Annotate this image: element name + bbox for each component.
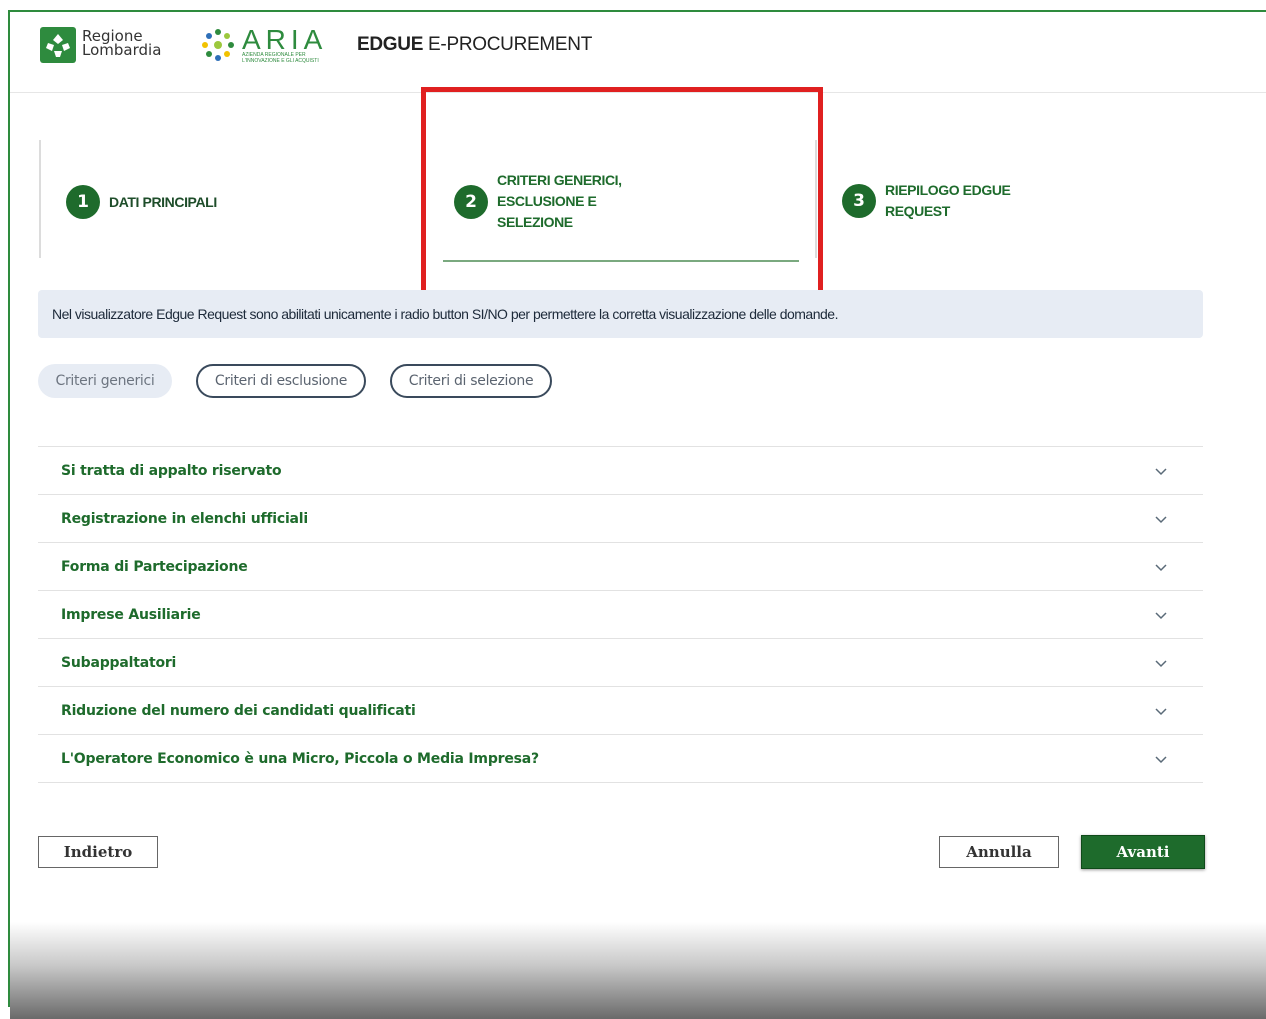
region-logo-line2: Lombardia: [82, 41, 162, 59]
accordion-item-title: Forma di Partecipazione: [61, 559, 248, 575]
step-number-badge: 1: [66, 185, 100, 219]
accordion-item-title: Si tratta di appalto riservato: [61, 463, 282, 479]
accordion-item[interactable]: Si tratta di appalto riservato: [38, 447, 1203, 495]
accordion-item[interactable]: Forma di Partecipazione: [38, 543, 1203, 591]
aria-logo-subtext: AZIENDA REGIONALE PER L'INNOVAZIONE E GL…: [242, 52, 319, 64]
filter-criteri-esclusione[interactable]: Criteri di esclusione: [196, 364, 366, 398]
chevron-down-icon: [1155, 468, 1167, 476]
annotation-highlight-box: [421, 87, 823, 295]
filter-criteri-generici[interactable]: Criteri generici: [38, 364, 172, 398]
accordion-item[interactable]: Riduzione del numero dei candidati quali…: [38, 687, 1203, 735]
info-banner: Nel visualizzatore Edgue Request sono ab…: [38, 290, 1203, 338]
accordion-item-title: Registrazione in elenchi ufficiali: [61, 511, 308, 527]
top-header: Regione Lombardia ARIA AZIENDA REGIONALE…: [10, 12, 1266, 93]
chevron-down-icon: [1155, 564, 1167, 572]
step-number-badge: 3: [842, 184, 876, 218]
app-title: EDGUE E-PROCUREMENT: [357, 34, 592, 56]
region-logo-text: Regione Lombardia: [82, 29, 162, 59]
accordion-item[interactable]: L'Operatore Economico è una Micro, Picco…: [38, 735, 1203, 783]
accordion-item-title: Subappaltatori: [61, 655, 177, 671]
filter-criteri-selezione[interactable]: Criteri di selezione: [390, 364, 552, 398]
accordion-item[interactable]: Imprese Ausiliarie: [38, 591, 1203, 639]
next-button[interactable]: Avanti: [1081, 835, 1205, 869]
app-title-bold: EDGUE: [357, 34, 424, 55]
app-window: Regione Lombardia ARIA AZIENDA REGIONALE…: [8, 10, 1266, 1019]
aria-logo-icon: [200, 27, 236, 63]
step-3[interactable]: 3 RIEPILOGO EDGUE REQUEST: [842, 180, 1035, 222]
cancel-button[interactable]: Annulla: [939, 836, 1059, 868]
stepper-left-divider: [39, 140, 41, 258]
regione-lombardia-logo-icon: [40, 27, 76, 63]
accordion-item[interactable]: Subappaltatori: [38, 639, 1203, 687]
back-button[interactable]: Indietro: [38, 836, 158, 868]
accordion-item[interactable]: Registrazione in elenchi ufficiali: [38, 495, 1203, 543]
chevron-down-icon: [1155, 660, 1167, 668]
accordion-item-title: Imprese Ausiliarie: [61, 607, 201, 623]
chevron-down-icon: [1155, 708, 1167, 716]
accordion-item-title: L'Operatore Economico è una Micro, Picco…: [61, 751, 539, 767]
chevron-down-icon: [1155, 612, 1167, 620]
bottom-fade-overlay: [10, 922, 1266, 1019]
app-title-rest: E-PROCUREMENT: [423, 34, 592, 55]
criteria-accordion: Si tratta di appalto riservato Registraz…: [38, 446, 1203, 783]
accordion-item-title: Riduzione del numero dei candidati quali…: [61, 703, 416, 719]
step-label: RIEPILOGO EDGUE REQUEST: [885, 182, 1011, 219]
step-label: DATI PRINCIPALI: [109, 193, 217, 210]
chevron-down-icon: [1155, 756, 1167, 764]
chevron-down-icon: [1155, 516, 1167, 524]
step-1[interactable]: 1 DATI PRINCIPALI: [66, 185, 217, 219]
